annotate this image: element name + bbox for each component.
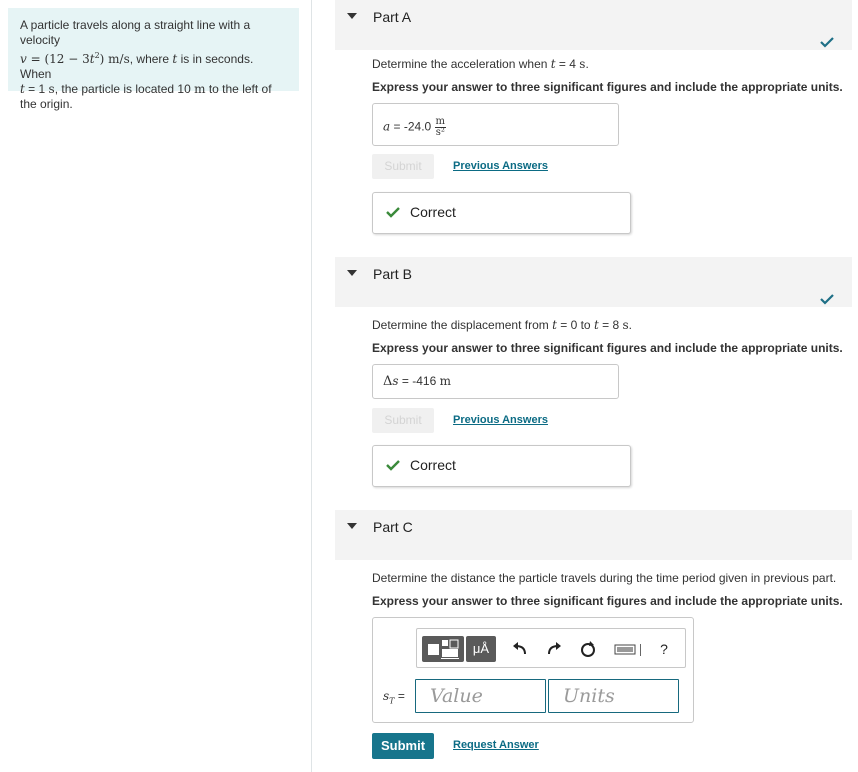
caret-down-icon[interactable] — [347, 13, 357, 19]
part-a-previous-answers-link[interactable]: Previous Answers — [453, 160, 548, 172]
answer-editor: μÅ ? sT = — [372, 617, 694, 723]
checkmark-icon — [386, 207, 400, 218]
part-a-header[interactable]: Part A — [335, 0, 852, 50]
redo-button[interactable] — [543, 636, 565, 662]
unit-fraction: m s² — [434, 116, 447, 138]
math-toolbar: μÅ ? — [416, 628, 686, 668]
keyboard-icon — [614, 644, 641, 656]
part-a-submit-button[interactable]: Submit — [372, 154, 434, 179]
units-input[interactable] — [548, 679, 679, 713]
problem-statement: A particle travels along a straight line… — [8, 8, 299, 111]
caret-down-icon[interactable] — [347, 523, 357, 529]
templates-icon — [428, 639, 459, 659]
part-b-header[interactable]: Part B — [335, 257, 852, 307]
checkmark-icon — [820, 294, 834, 305]
panel-divider — [311, 0, 312, 772]
part-c-submit-button[interactable]: Submit — [372, 733, 434, 759]
part-c-question: Determine the distance the particle trav… — [372, 571, 837, 585]
part-b-answer: Δs = -416 m — [383, 374, 451, 389]
templates-button[interactable] — [422, 636, 464, 662]
part-b-feedback: Correct — [372, 445, 631, 487]
part-a-title: Part A — [373, 9, 412, 25]
checkmark-icon — [820, 37, 834, 48]
part-a-instruction: Express your answer to three significant… — [372, 80, 843, 94]
reset-button[interactable] — [577, 636, 599, 662]
undo-icon — [513, 642, 526, 655]
help-icon[interactable]: ? — [655, 636, 673, 662]
part-c-header[interactable]: Part C — [335, 510, 852, 560]
caret-down-icon[interactable] — [347, 270, 357, 276]
reset-icon — [581, 641, 595, 657]
keyboard-button[interactable] — [613, 636, 647, 662]
part-c-instruction: Express your answer to three significant… — [372, 594, 843, 608]
part-b-previous-answers-link[interactable]: Previous Answers — [453, 414, 548, 426]
part-a-question: Determine the acceleration when t = 4 s. — [372, 57, 589, 71]
request-answer-link[interactable]: Request Answer — [453, 739, 539, 751]
part-b-submit-button[interactable]: Submit — [372, 408, 434, 433]
part-b-title: Part B — [373, 266, 412, 282]
problem-text: A particle travels along a straight line… — [20, 18, 251, 47]
checkmark-icon — [386, 460, 400, 471]
part-b-answer-box: Δs = -416 m — [372, 364, 619, 399]
part-b-question: Determine the displacement from t = 0 to… — [372, 318, 632, 332]
part-c-title: Part C — [373, 519, 413, 535]
part-a-answer-box: a = -24.0 m s² — [372, 103, 619, 146]
value-input[interactable] — [415, 679, 546, 713]
units-symbol-button[interactable]: μÅ — [466, 636, 496, 662]
part-b-instruction: Express your answer to three significant… — [372, 341, 843, 355]
undo-button[interactable] — [509, 636, 531, 662]
redo-icon — [548, 642, 561, 655]
part-c-answer-label: sT = — [383, 689, 405, 706]
part-a-answer: a = -24.0 m s² — [383, 116, 447, 138]
part-a-feedback: Correct — [372, 192, 631, 234]
